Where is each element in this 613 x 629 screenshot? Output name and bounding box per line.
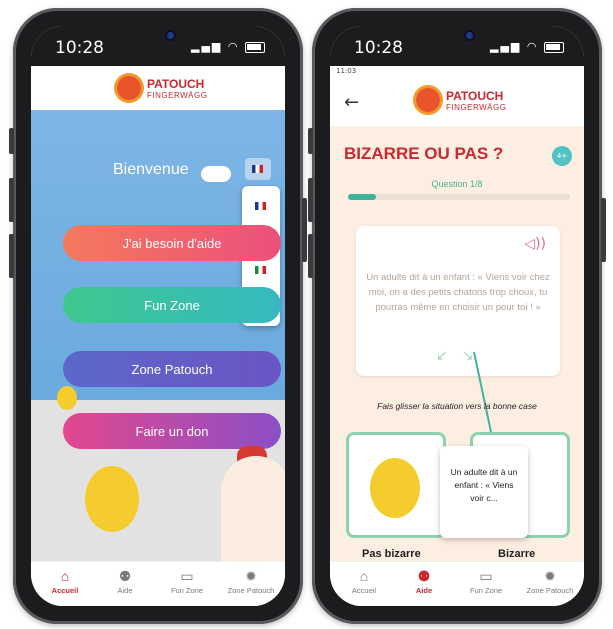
- situation-text: Un adulte dit à un enfant : « Viens voir…: [366, 272, 550, 313]
- france-flag-icon[interactable]: [255, 202, 266, 210]
- situation-card: ◁)) Un adulte dit à un enfant : « Viens …: [356, 226, 560, 376]
- screen: 10:28 ▂▄▆ ◠ 11:03 PATOUCH FINGERWÄGG ← B…: [330, 26, 584, 606]
- app-logo: PATOUCH FINGERWÄGG: [31, 66, 285, 110]
- inner-status-bar: 11:03: [330, 66, 584, 78]
- age-badge: 4+: [552, 146, 572, 166]
- chick-illustration: [57, 386, 77, 410]
- side-button: [308, 178, 313, 222]
- lion-logo-icon: [416, 88, 440, 112]
- side-button: [308, 128, 313, 154]
- home-icon: ⌂: [60, 568, 70, 584]
- tab-bar: ⌂ Accueil ⚉ Aide ▭ Fun Zone ✹ Zone Patouch: [330, 561, 584, 606]
- rooster-illustration: [221, 456, 285, 576]
- phone-right: 10:28 ▂▄▆ ◠ 11:03 PATOUCH FINGERWÄGG ← B…: [308, 8, 606, 624]
- status-bar: 10:28 ▂▄▆ ◠: [31, 26, 285, 66]
- badge-icon: ✹: [544, 568, 556, 584]
- cloud-icon: [201, 166, 231, 182]
- tab-aide[interactable]: ⚉ Aide: [394, 568, 454, 595]
- tab-accueil[interactable]: ⌂ Accueil: [334, 568, 394, 595]
- battery-icon: [245, 41, 265, 53]
- speaker-icon[interactable]: ◁)): [524, 236, 546, 252]
- app-logo: PATOUCH FINGERWÄGG: [330, 78, 584, 122]
- gamepad-icon: ▭: [180, 568, 194, 584]
- tab-aide[interactable]: ⚉ Aide: [95, 568, 155, 595]
- badge-icon: ✹: [245, 568, 257, 584]
- italy-flag-icon[interactable]: [255, 266, 266, 274]
- status-icons: ▂▄▆ ◠: [191, 40, 265, 53]
- family-icon: ⚉: [118, 568, 132, 584]
- weird-label: Bizarre: [498, 548, 536, 560]
- battery-icon: [544, 41, 564, 53]
- brand-name: PATOUCH: [446, 89, 504, 103]
- draggable-situation-card[interactable]: Un adulte dit à un enfant : « Viens voir…: [440, 446, 528, 538]
- status-icons: ▂▄▆ ◠: [490, 40, 564, 53]
- question-label: Question 1/8: [431, 179, 483, 189]
- tab-zone-patouch[interactable]: ✹ Zone Patouch: [221, 568, 281, 595]
- not-weird-label: Pas bizarre: [362, 548, 421, 560]
- brand-name: PATOUCH: [147, 77, 205, 91]
- fun-zone-button[interactable]: Fun Zone: [63, 287, 281, 323]
- brand-subtitle: FINGERWÄGG: [147, 91, 208, 100]
- need-help-button[interactable]: J'ai besoin d'aide: [63, 225, 281, 261]
- side-button: [308, 234, 313, 278]
- tab-bar: ⌂ Accueil ⚉ Aide ▭ Fun Zone ✹ Zone Patouch: [31, 561, 285, 606]
- status-time: 10:28: [354, 38, 403, 58]
- side-button: [9, 128, 14, 154]
- drag-arrows-icon: ↙↘: [436, 348, 488, 364]
- tab-fun-zone[interactable]: ▭ Fun Zone: [456, 568, 516, 595]
- home-icon: ⌂: [359, 568, 369, 584]
- france-flag-icon: [252, 165, 263, 173]
- gamepad-icon: ▭: [479, 568, 493, 584]
- front-camera: [167, 32, 174, 39]
- inner-status-time: 11:03: [336, 67, 357, 75]
- phone-left: 10:28 ▂▄▆ ◠ PATOUCH FINGERWÄGG Bienvenue…: [9, 8, 307, 624]
- side-button: [302, 198, 307, 262]
- progress-bar: [348, 194, 570, 200]
- tab-accueil[interactable]: ⌂ Accueil: [35, 568, 95, 595]
- game-title: BIZARRE OU PAS ?: [344, 144, 504, 163]
- language-selector[interactable]: [245, 158, 271, 180]
- side-button: [601, 198, 606, 262]
- side-button: [9, 178, 14, 222]
- tab-zone-patouch[interactable]: ✹ Zone Patouch: [520, 568, 580, 595]
- front-camera: [466, 32, 473, 39]
- lion-logo-icon: [117, 76, 141, 100]
- chick-illustration: [370, 458, 420, 518]
- chick-illustration: [85, 466, 139, 532]
- back-arrow-icon[interactable]: ←: [344, 92, 359, 113]
- progress-fill: [348, 194, 376, 200]
- status-time: 10:28: [55, 38, 104, 58]
- status-bar: 10:28 ▂▄▆ ◠: [330, 26, 584, 66]
- zone-patouch-button[interactable]: Zone Patouch: [63, 351, 281, 387]
- tab-fun-zone[interactable]: ▭ Fun Zone: [157, 568, 217, 595]
- side-button: [9, 234, 14, 278]
- welcome-text: Bienvenue: [113, 161, 189, 178]
- instruction-text: Fais glisser la situation vers la bonne …: [377, 401, 537, 411]
- family-icon: ⚉: [417, 568, 431, 584]
- brand-subtitle: FINGERWÄGG: [446, 103, 507, 112]
- donate-button[interactable]: Faire un don: [63, 413, 281, 449]
- screen: 10:28 ▂▄▆ ◠ PATOUCH FINGERWÄGG Bienvenue…: [31, 26, 285, 606]
